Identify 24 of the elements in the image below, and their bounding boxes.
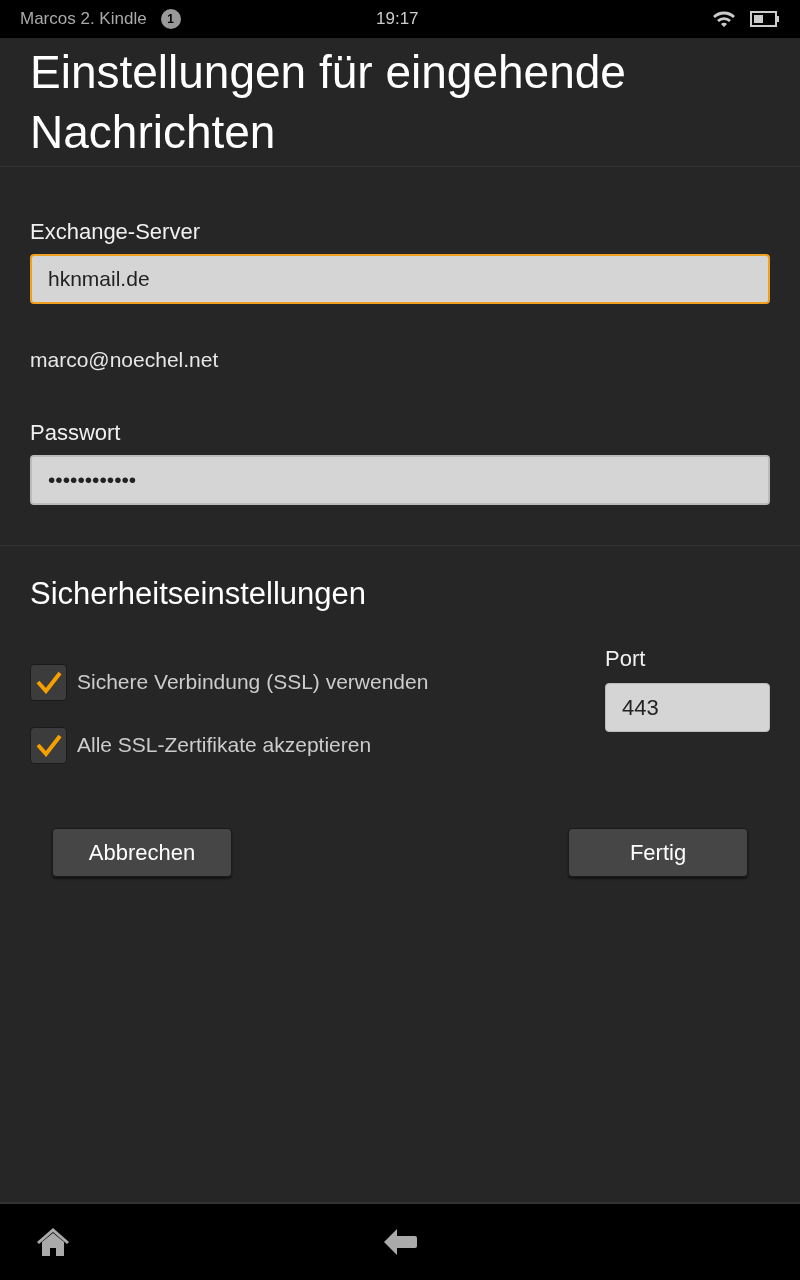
home-icon[interactable]	[36, 1227, 70, 1257]
field-label: Passwort	[30, 418, 122, 447]
checkbox[interactable]	[30, 726, 67, 764]
input-field[interactable]: hknmail.de	[30, 254, 770, 304]
checkmark-icon	[35, 670, 62, 694]
input-field[interactable]: ••••••••••••	[30, 454, 770, 505]
checkbox[interactable]	[30, 663, 67, 701]
section-heading: Sicherheitseinstellungen	[30, 574, 368, 613]
port-label: Port	[605, 644, 647, 673]
checkbox-label: Alle SSL-Zertifikate akzeptieren	[77, 732, 372, 759]
cancel-button[interactable]: Abbrechen	[52, 827, 232, 877]
notification-count[interactable]: 1	[160, 9, 181, 29]
email-text: marco@noechel.net	[30, 348, 219, 371]
checkbox-label: Sichere Verbindung (SSL) verwenden	[77, 669, 429, 696]
device-name: Marcos 2. Kindle	[20, 8, 147, 31]
page-title: Einstellungen für eingehende Nachrichten	[30, 45, 627, 160]
field-label: Exchange-Server	[30, 218, 201, 246]
done-button[interactable]: Fertig	[568, 827, 748, 877]
clock: 19:17	[376, 8, 419, 31]
checkmark-icon	[35, 733, 62, 757]
back-icon[interactable]	[383, 1228, 417, 1256]
port-field[interactable]: 443	[605, 682, 770, 732]
battery-icon	[750, 11, 780, 27]
wifi-icon	[712, 10, 736, 28]
